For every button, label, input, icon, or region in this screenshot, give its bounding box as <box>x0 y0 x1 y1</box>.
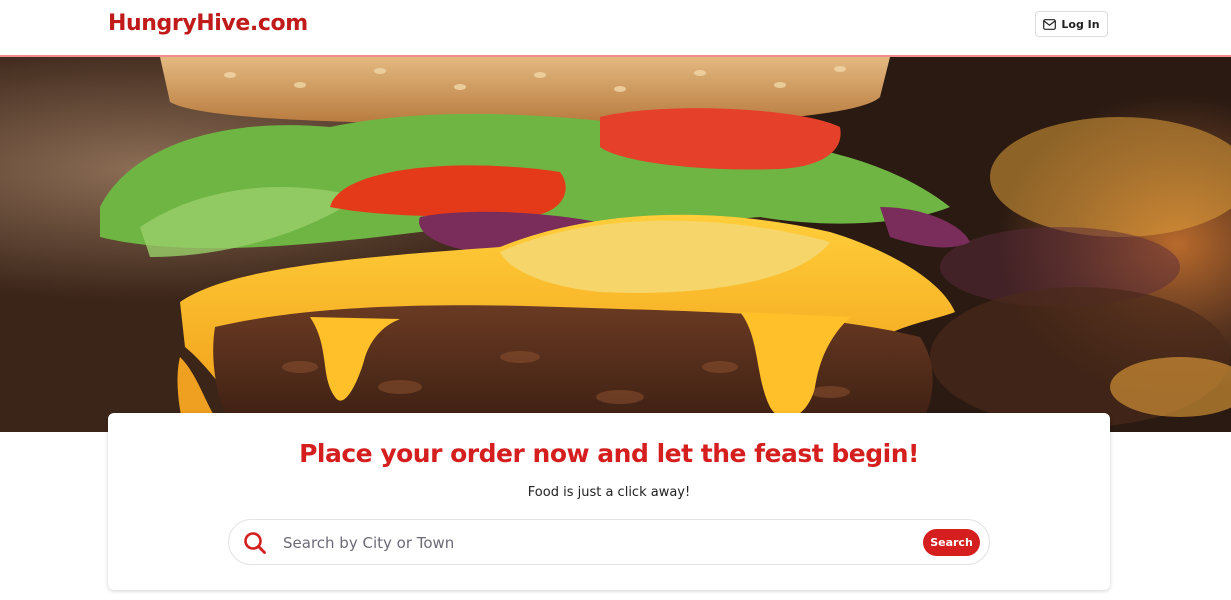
site-header: HungryHive.com Log In <box>0 0 1231 57</box>
search-icon <box>243 531 267 560</box>
hero-subline: Food is just a click away! <box>527 485 691 500</box>
search-bar: Search <box>228 519 990 565</box>
search-input[interactable] <box>281 528 865 558</box>
hero-headline: Place your order now and let the feast b… <box>299 439 919 468</box>
search-card: Place your order now and let the feast b… <box>108 413 1110 590</box>
login-button[interactable]: Log In <box>1035 11 1108 37</box>
hero-image <box>0 57 1231 432</box>
site-logo[interactable]: HungryHive.com <box>108 11 308 36</box>
search-button[interactable]: Search <box>923 529 980 556</box>
login-label: Log In <box>1061 17 1100 31</box>
envelope-icon <box>1043 18 1057 30</box>
